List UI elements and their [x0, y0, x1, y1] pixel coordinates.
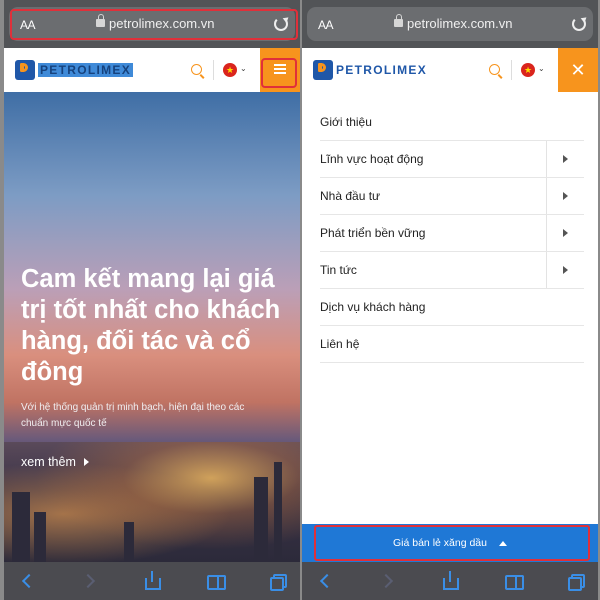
menu-item-label: Nhà đầu tư	[320, 189, 381, 203]
menu-item-linh-vuc-hoat-dong[interactable]: Lĩnh vực hoạt động	[320, 141, 584, 178]
reload-icon[interactable]	[572, 17, 586, 31]
hero-banner: Cam kết mang lại giá trị tốt nhất cho kh…	[4, 92, 300, 562]
expand-arrow-icon[interactable]	[563, 155, 568, 163]
menu-item-label: Giới thiệu	[320, 115, 372, 129]
menu-item-dich-vu-khach-hang[interactable]: Dịch vụ khách hàng	[320, 289, 584, 326]
tabs-icon[interactable]	[568, 574, 585, 591]
search-icon[interactable]	[489, 64, 500, 75]
menu-item-nha-dau-tu[interactable]: Nhà đầu tư	[320, 178, 584, 215]
logo-text: PETROLIMEX	[38, 63, 134, 77]
site-header: PETROLIMEX ★ ⌄ ✕	[302, 48, 598, 93]
menu-item-lien-he[interactable]: Liên hệ	[320, 326, 584, 363]
navigation-menu: Giới thiệu Lĩnh vực hoạt động Nhà đầu tư…	[302, 92, 598, 524]
menu-item-tin-tuc[interactable]: Tin tức	[320, 252, 584, 289]
vietnam-flag-icon[interactable]: ★	[223, 63, 237, 77]
close-menu-button[interactable]: ✕	[558, 48, 598, 92]
tabs-icon[interactable]	[270, 574, 287, 591]
lock-icon	[394, 14, 403, 27]
petrolimex-logo[interactable]: PETROLIMEX	[15, 60, 134, 80]
search-icon[interactable]	[191, 64, 202, 75]
back-icon[interactable]	[320, 574, 334, 588]
petrolimex-logo[interactable]: PETROLIMEX	[313, 60, 427, 80]
phone-screen-home: AA petrolimex.com.vn PETROLIMEX ★ ⌄ Cam …	[4, 0, 300, 600]
logo-text: PETROLIMEX	[336, 63, 428, 77]
logo-mark-icon	[15, 60, 35, 80]
menu-item-label: Liên hệ	[320, 337, 360, 351]
forward-icon[interactable]	[83, 574, 97, 588]
browser-toolbar	[302, 562, 598, 600]
see-more-link[interactable]: xem thêm	[21, 455, 89, 469]
browser-address-bar[interactable]: AA petrolimex.com.vn	[302, 0, 598, 48]
back-icon[interactable]	[22, 574, 36, 588]
logo-mark-icon	[313, 60, 333, 80]
header-divider	[213, 60, 214, 80]
text-size-button[interactable]: AA	[318, 18, 334, 32]
browser-toolbar	[4, 562, 300, 600]
menu-item-divider	[546, 252, 547, 288]
menu-item-label: Dịch vụ khách hàng	[320, 300, 426, 314]
phone-screen-menu: AA petrolimex.com.vn PETROLIMEX ★ ⌄ ✕ Gi…	[302, 0, 598, 600]
expand-arrow-icon[interactable]	[563, 266, 568, 274]
menu-item-divider	[546, 141, 547, 177]
url-text[interactable]: petrolimex.com.vn	[407, 16, 512, 31]
vietnam-flag-icon[interactable]: ★	[521, 63, 535, 77]
share-icon[interactable]	[443, 571, 459, 590]
bookmarks-icon[interactable]	[505, 574, 524, 590]
close-icon: ✕	[570, 60, 586, 80]
menu-item-divider	[546, 215, 547, 251]
menu-item-divider	[546, 178, 547, 214]
highlight-fuel-price-bar	[314, 525, 590, 561]
expand-arrow-icon[interactable]	[563, 192, 568, 200]
highlight-address-bar	[10, 9, 298, 40]
header-divider	[511, 60, 512, 80]
menu-item-label: Phát triển bền vững	[320, 226, 426, 240]
menu-item-label: Lĩnh vực hoạt động	[320, 152, 424, 166]
menu-item-label: Tin tức	[320, 263, 357, 277]
expand-arrow-icon[interactable]	[563, 229, 568, 237]
bookmarks-icon[interactable]	[207, 574, 226, 590]
chevron-down-icon[interactable]: ⌄	[240, 64, 247, 73]
hero-title: Cam kết mang lại giá trị tốt nhất cho kh…	[21, 265, 281, 386]
share-icon[interactable]	[145, 571, 161, 590]
forward-icon[interactable]	[381, 574, 395, 588]
site-header: PETROLIMEX ★ ⌄	[4, 48, 300, 93]
menu-item-gioi-thieu[interactable]: Giới thiệu	[320, 104, 584, 141]
highlight-menu-button	[261, 58, 297, 88]
hero-subtitle: Với hệ thống quản trị minh bạch, hiện đạ…	[21, 402, 245, 429]
chevron-down-icon[interactable]: ⌄	[538, 64, 545, 73]
menu-item-phat-trien-ben-vung[interactable]: Phát triển bền vững	[320, 215, 584, 252]
